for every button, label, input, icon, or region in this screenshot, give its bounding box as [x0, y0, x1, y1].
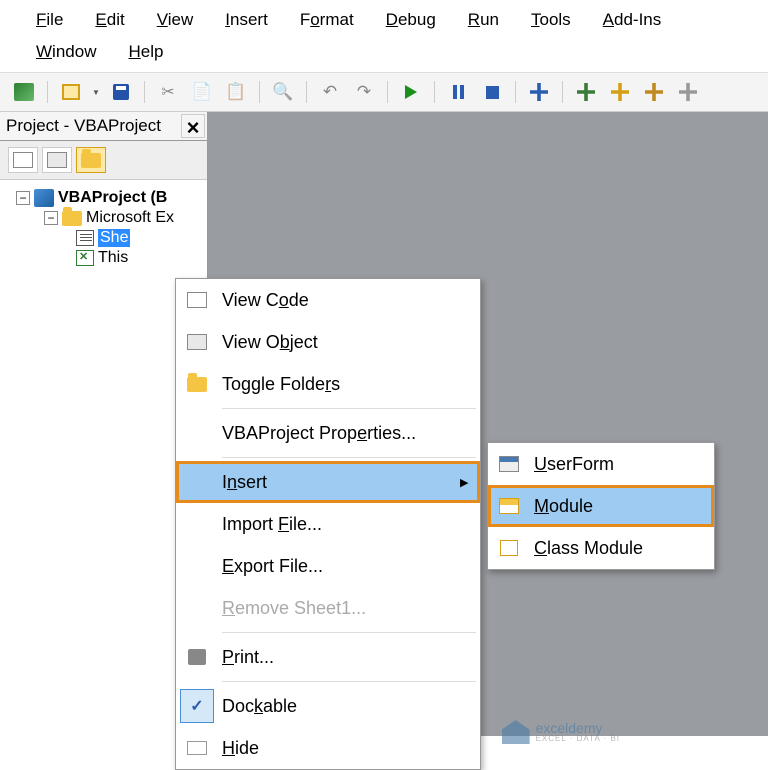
vba-project-icon: [34, 189, 54, 207]
menu-insert[interactable]: Insert: [209, 4, 284, 36]
menu-tools[interactable]: Tools: [515, 4, 587, 36]
folder-icon: [62, 211, 82, 226]
tb-undo-icon[interactable]: ↶: [316, 79, 344, 105]
tree-project-root[interactable]: − VBAProject (B: [4, 188, 203, 208]
watermark-icon: [502, 720, 530, 744]
class-module-icon: [500, 540, 518, 556]
menu-file[interactable]: File: [20, 4, 79, 36]
tb-toolbox-icon[interactable]: [674, 79, 702, 105]
ctx-print[interactable]: Print...: [176, 636, 480, 678]
tb-insert-dropdown-icon[interactable]: ▼: [91, 88, 101, 97]
ctx-dockable[interactable]: ✓ Dockable: [176, 685, 480, 727]
project-panel-titlebar: Project - VBAProject ×: [0, 112, 207, 141]
collapse-icon[interactable]: −: [44, 211, 58, 225]
object-icon: [187, 334, 207, 350]
toggle-folders-icon[interactable]: [76, 147, 106, 173]
ctx-hide[interactable]: Hide: [176, 727, 480, 769]
hide-icon: [187, 741, 207, 755]
ctx-view-object[interactable]: View Object: [176, 321, 480, 363]
separator: [222, 408, 476, 409]
watermark: exceldemy EXCEL · DATA · BI: [502, 720, 620, 744]
tb-cut-icon[interactable]: ✂: [154, 79, 182, 105]
tree-excel-folder[interactable]: − Microsoft Ex: [4, 208, 203, 228]
code-icon: [187, 292, 207, 308]
sub-userform[interactable]: UserForm: [488, 443, 714, 485]
ctx-remove: Remove Sheet1...: [176, 587, 480, 629]
menu-addins[interactable]: Add-Ins: [587, 4, 678, 36]
sub-class-module[interactable]: Class Module: [488, 527, 714, 569]
context-menu: View Code View Object Toggle Folders VBA…: [175, 278, 481, 770]
tb-properties-icon[interactable]: [606, 79, 634, 105]
separator: [222, 632, 476, 633]
ctx-view-code[interactable]: View Code: [176, 279, 480, 321]
tb-reset-icon[interactable]: [478, 79, 506, 105]
ctx-insert[interactable]: Insert ▶: [176, 461, 480, 503]
tb-break-icon[interactable]: [444, 79, 472, 105]
project-panel-close-icon[interactable]: ×: [181, 114, 205, 138]
tb-explorer-icon[interactable]: [572, 79, 600, 105]
worksheet-icon: [76, 230, 94, 246]
module-icon: [499, 498, 519, 514]
watermark-brand: exceldemy: [536, 721, 620, 735]
menubar: File Edit View Insert Format Debug Run T…: [0, 0, 768, 73]
tb-paste-icon[interactable]: 📋: [222, 79, 250, 105]
toolbar: ▼ ✂ 📄 📋 🔍 ↶ ↷: [0, 73, 768, 112]
menu-help[interactable]: Help: [112, 36, 179, 68]
check-icon: ✓: [190, 696, 203, 716]
tb-run-icon[interactable]: [397, 79, 425, 105]
menu-format[interactable]: Format: [284, 4, 370, 36]
menu-edit[interactable]: Edit: [79, 4, 140, 36]
separator: [222, 681, 476, 682]
ctx-properties[interactable]: VBAProject Properties...: [176, 412, 480, 454]
submenu-arrow-icon: ▶: [460, 476, 480, 489]
tb-view-excel-icon[interactable]: [10, 79, 38, 105]
separator: [222, 457, 476, 458]
ctx-export-file[interactable]: Export File...: [176, 545, 480, 587]
tb-find-icon[interactable]: 🔍: [269, 79, 297, 105]
userform-icon: [499, 456, 519, 472]
view-object-icon[interactable]: [42, 147, 72, 173]
menu-view[interactable]: View: [141, 4, 210, 36]
ctx-toggle-folders[interactable]: Toggle Folders: [176, 363, 480, 405]
project-panel-toolbar: [0, 141, 207, 180]
collapse-icon[interactable]: −: [16, 191, 30, 205]
menu-run[interactable]: Run: [452, 4, 515, 36]
tb-save-icon[interactable]: [107, 79, 135, 105]
tb-copy-icon[interactable]: 📄: [188, 79, 216, 105]
tree-sheet1[interactable]: She: [4, 228, 203, 248]
tb-insert-icon[interactable]: [57, 79, 85, 105]
menu-debug[interactable]: Debug: [370, 4, 452, 36]
print-icon: [188, 649, 206, 665]
insert-submenu: UserForm Module Class Module: [487, 442, 715, 570]
sub-module[interactable]: Module: [488, 485, 714, 527]
tb-design-icon[interactable]: [525, 79, 553, 105]
watermark-tagline: EXCEL · DATA · BI: [536, 735, 620, 743]
tb-browser-icon[interactable]: [640, 79, 668, 105]
tb-redo-icon[interactable]: ↷: [350, 79, 378, 105]
workbook-icon: [76, 250, 94, 266]
tree-thisworkbook[interactable]: This: [4, 248, 203, 268]
folder-icon: [187, 377, 207, 392]
menu-window[interactable]: Window: [20, 36, 112, 68]
ctx-import-file[interactable]: Import File...: [176, 503, 480, 545]
view-code-icon[interactable]: [8, 147, 38, 173]
project-panel-title: Project - VBAProject: [6, 116, 161, 136]
